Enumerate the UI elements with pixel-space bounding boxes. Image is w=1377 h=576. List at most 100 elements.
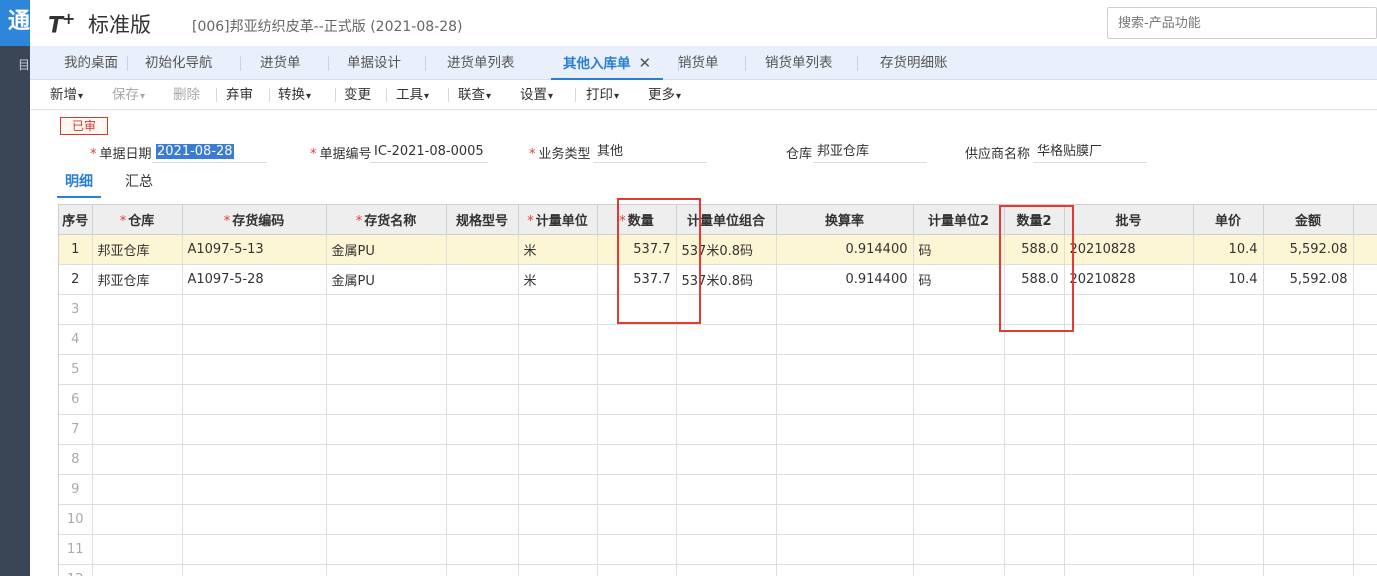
table-cell[interactable] [597,414,677,445]
table-row-empty[interactable]: 12 [59,564,1377,576]
table-cell[interactable]: 8 [59,444,93,475]
table-cell[interactable] [326,504,447,535]
table-cell[interactable] [326,474,447,505]
table-cell[interactable] [1064,444,1194,475]
tab-5[interactable]: 进货单列表 [435,46,527,80]
table-cell[interactable] [776,414,914,445]
table-cell[interactable] [326,384,447,415]
table-cell[interactable] [1353,474,1377,505]
table-cell[interactable] [913,564,1005,576]
table-cell[interactable] [182,384,327,415]
table-cell[interactable]: 2 [59,264,93,295]
table-cell[interactable] [326,414,447,445]
table-cell[interactable] [1353,384,1377,415]
toolbar-button-3[interactable]: 删除 [173,80,200,110]
table-cell[interactable] [1353,354,1377,385]
tab-summary[interactable]: 汇总 [125,172,153,192]
table-cell[interactable] [1064,414,1194,445]
table-row-empty[interactable]: 7 [59,414,1377,445]
tab-2[interactable]: 初始化导航 [133,46,225,80]
table-cell[interactable] [182,324,327,355]
table-cell[interactable] [518,384,598,415]
rail-top-item[interactable]: 通 [0,0,30,46]
table-cell[interactable] [1004,384,1065,415]
table-cell[interactable] [1263,324,1354,355]
table-cell[interactable] [676,384,777,415]
table-cell[interactable] [1193,384,1264,415]
table-cell[interactable]: 12 [59,564,93,576]
table-cell[interactable] [326,324,447,355]
toolbar-button-10[interactable]: 打印▾ [586,80,619,110]
table-cell[interactable] [1193,324,1264,355]
table-cell[interactable] [776,474,914,505]
table-row-empty[interactable]: 6 [59,384,1377,415]
table-cell[interactable] [1263,294,1354,325]
number-field[interactable]: IC-2021-08-0005 [370,141,488,163]
table-cell[interactable] [1263,564,1354,576]
table-cell[interactable] [1193,414,1264,445]
table-cell[interactable]: 邦亚仓库 [92,234,183,265]
table-row-empty[interactable]: 9 [59,474,1377,505]
toolbar-button-8[interactable]: 联查▾ [458,80,491,110]
table-cell[interactable] [1353,534,1377,565]
table-cell[interactable] [1004,564,1065,576]
tab-1[interactable]: 我的桌面 [52,46,130,80]
table-cell[interactable]: 10 [59,504,93,535]
search-box[interactable] [1107,7,1377,39]
table-cell[interactable] [1004,414,1065,445]
table-cell[interactable] [92,354,183,385]
table-cell[interactable] [1193,504,1264,535]
table-cell[interactable]: 20210828 [1064,264,1194,295]
toolbar-button-4[interactable]: 弃审 [226,80,253,110]
table-cell[interactable] [776,354,914,385]
table-cell[interactable] [182,294,327,325]
column-header-5[interactable]: 规格型号 [446,205,519,235]
tab-6[interactable]: 其他入库单 ✕ [551,46,664,80]
table-row-empty[interactable]: 8 [59,444,1377,475]
table-cell[interactable] [446,504,519,535]
table-cell[interactable] [597,504,677,535]
table-cell[interactable]: 10.4 [1193,234,1264,265]
table-cell[interactable]: 码 [913,264,1005,295]
table-cell[interactable] [326,564,447,576]
table-cell[interactable] [326,534,447,565]
table-cell[interactable] [518,414,598,445]
table-cell[interactable] [92,534,183,565]
table-cell[interactable]: A1097-5-13 [182,234,327,265]
table-cell[interactable] [518,474,598,505]
table-cell[interactable] [597,534,677,565]
table-cell[interactable] [1353,234,1377,265]
table-cell[interactable] [92,564,183,576]
column-header-13[interactable]: 单价 [1193,205,1264,235]
table-cell[interactable]: 20210828 [1064,234,1194,265]
table-cell[interactable] [92,294,183,325]
table-cell[interactable] [1064,384,1194,415]
table-cell[interactable] [446,474,519,505]
table-cell[interactable]: 码 [913,234,1005,265]
table-cell[interactable] [676,564,777,576]
table-cell[interactable] [1353,564,1377,576]
search-input[interactable] [1108,8,1376,38]
table-cell[interactable] [1263,474,1354,505]
table-cell[interactable] [92,444,183,475]
table-cell[interactable]: 5,592.08 [1263,234,1354,265]
column-header-9[interactable]: 换算率 [776,205,914,235]
table-cell[interactable] [518,294,598,325]
table-cell[interactable] [913,324,1005,355]
table-cell[interactable] [913,354,1005,385]
table-cell[interactable] [1263,354,1354,385]
toolbar-button-11[interactable]: 更多▾ [648,80,681,110]
table-cell[interactable] [182,504,327,535]
table-cell[interactable] [597,384,677,415]
table-cell[interactable] [1353,444,1377,475]
table-cell[interactable] [597,474,677,505]
table-cell[interactable] [1064,294,1194,325]
column-header-1[interactable]: 序号 [59,205,93,235]
table-cell[interactable] [446,294,519,325]
table-cell[interactable] [326,354,447,385]
column-header-2[interactable]: * 仓库 [92,205,183,235]
table-cell[interactable] [518,534,598,565]
toolbar-button-9[interactable]: 设置▾ [520,80,553,110]
table-cell[interactable] [1353,294,1377,325]
toolbar-button-7[interactable]: 工具▾ [396,80,429,110]
